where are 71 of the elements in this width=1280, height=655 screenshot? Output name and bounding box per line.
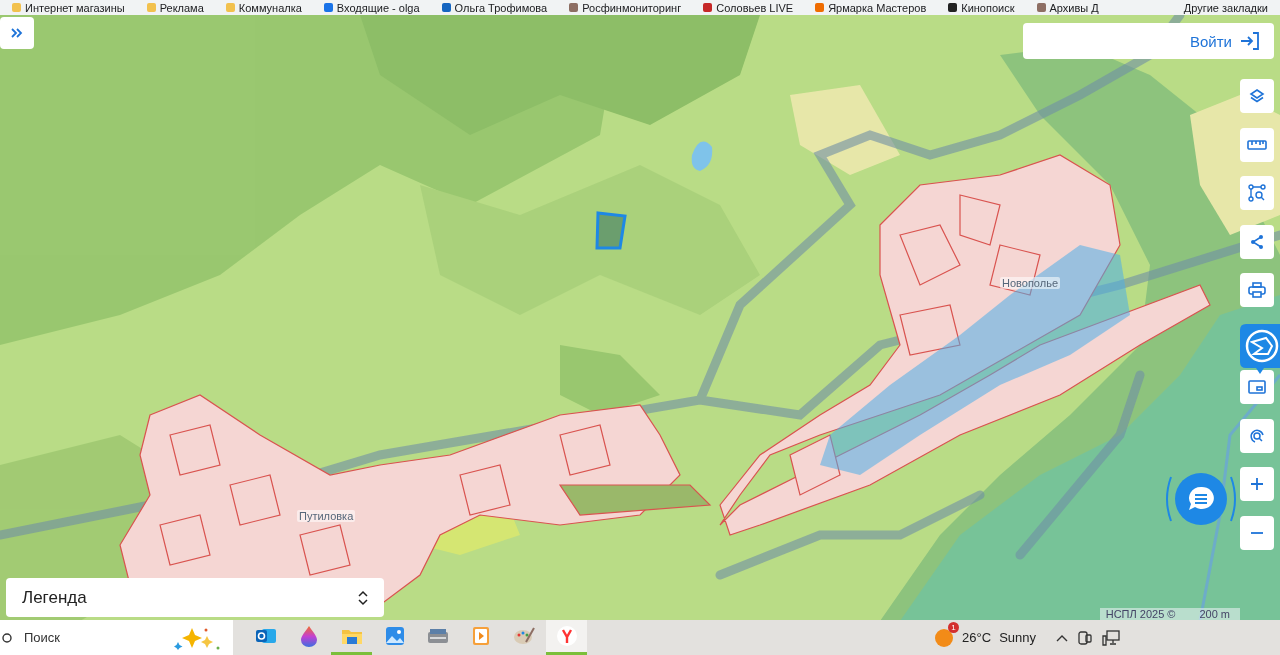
locate-button[interactable]	[1240, 418, 1274, 453]
bookmark[interactable]: Ярмарка Мастеров	[828, 1, 927, 14]
favicon-icon	[225, 3, 235, 12]
print-icon	[1248, 282, 1266, 298]
weather-condition[interactable]: Sunny	[999, 630, 1036, 645]
favicon-icon	[323, 3, 333, 12]
login-icon	[1240, 32, 1260, 50]
favicon-icon	[12, 3, 21, 12]
layers-button[interactable]	[1240, 79, 1274, 113]
attribution: НСПЛ 2025 ©	[1105, 608, 1176, 620]
window-icon	[1248, 380, 1266, 394]
mail-app-icon	[254, 626, 277, 646]
area-search-button[interactable]	[1240, 176, 1274, 210]
place-label: Новополье	[1000, 277, 1060, 289]
favicon-icon	[948, 3, 958, 12]
location-search-icon	[1249, 427, 1265, 444]
place-label: Путиловка	[297, 510, 356, 522]
notification-badge: 1	[948, 621, 960, 633]
bookmark[interactable]: Соловьев LIVE	[716, 1, 794, 14]
zoom-in-button[interactable]	[1240, 467, 1274, 501]
chevron-up-icon[interactable]	[1056, 633, 1068, 642]
legend-dropdown[interactable]: Легенда	[6, 578, 384, 617]
zoom-in-icon	[1250, 477, 1264, 491]
favicon-icon	[815, 3, 825, 12]
browser-app-icon	[555, 625, 578, 647]
bookmark[interactable]: Архивы Д	[1049, 1, 1099, 14]
favicon-icon	[703, 3, 713, 12]
chat-icon[interactable]	[1163, 471, 1239, 527]
window-button[interactable]	[1240, 370, 1274, 404]
favicon-icon	[1036, 3, 1046, 12]
bookmark[interactable]: Кинопоиск	[961, 1, 1015, 14]
share-icon	[1249, 233, 1265, 250]
bookmark[interactable]: Ольга Трофимова	[454, 1, 548, 14]
search-field[interactable]: Поиск	[22, 629, 166, 646]
feedback-badge-icon[interactable]	[1240, 324, 1280, 374]
other-bookmarks[interactable]: Другие закладки	[1183, 1, 1268, 14]
zoom-out-icon	[1250, 530, 1264, 535]
search-box[interactable]: Поиск	[0, 620, 233, 655]
folder-app-icon	[340, 627, 363, 645]
scanner-app-icon	[425, 627, 450, 645]
expand-button[interactable]	[0, 17, 34, 49]
bookmark[interactable]: Коммуналка	[238, 1, 302, 14]
map-drawing[interactable]	[0, 15, 1280, 620]
bookmark[interactable]: Росфинмониторинг	[582, 1, 682, 14]
sort-chevrons-icon	[358, 589, 368, 606]
ruler-icon	[1247, 138, 1267, 151]
ruler-button[interactable]	[1240, 127, 1274, 162]
zoom-out-button[interactable]	[1240, 515, 1274, 550]
favicon-icon	[569, 3, 579, 12]
print-button[interactable]	[1240, 273, 1274, 307]
bookmark[interactable]: Интернет магазины	[25, 1, 125, 14]
network-icon[interactable]	[1102, 629, 1120, 646]
photos-app-icon	[384, 626, 405, 646]
sun-icon	[934, 627, 955, 648]
layers-icon	[1249, 88, 1265, 104]
login-button[interactable]: Войти	[1023, 23, 1274, 59]
favicon-icon	[146, 3, 156, 12]
temperature[interactable]: 26°C	[962, 630, 992, 645]
media-player-icon	[471, 626, 490, 646]
bookmark[interactable]: Входящие - olga	[336, 1, 420, 14]
share-button[interactable]	[1240, 224, 1274, 259]
phone-link-icon[interactable]	[1078, 629, 1092, 646]
drop-app-icon	[299, 625, 318, 647]
scale-label: 200 m	[1199, 608, 1230, 620]
double-chevron-icon	[11, 28, 23, 38]
search-icon	[2, 631, 14, 644]
taskbar-app-button[interactable]	[546, 620, 587, 655]
area-search-icon	[1248, 184, 1266, 202]
favicon-icon	[441, 3, 451, 12]
bookmark[interactable]: Реклама	[159, 1, 204, 14]
palette-app-icon	[512, 626, 535, 646]
